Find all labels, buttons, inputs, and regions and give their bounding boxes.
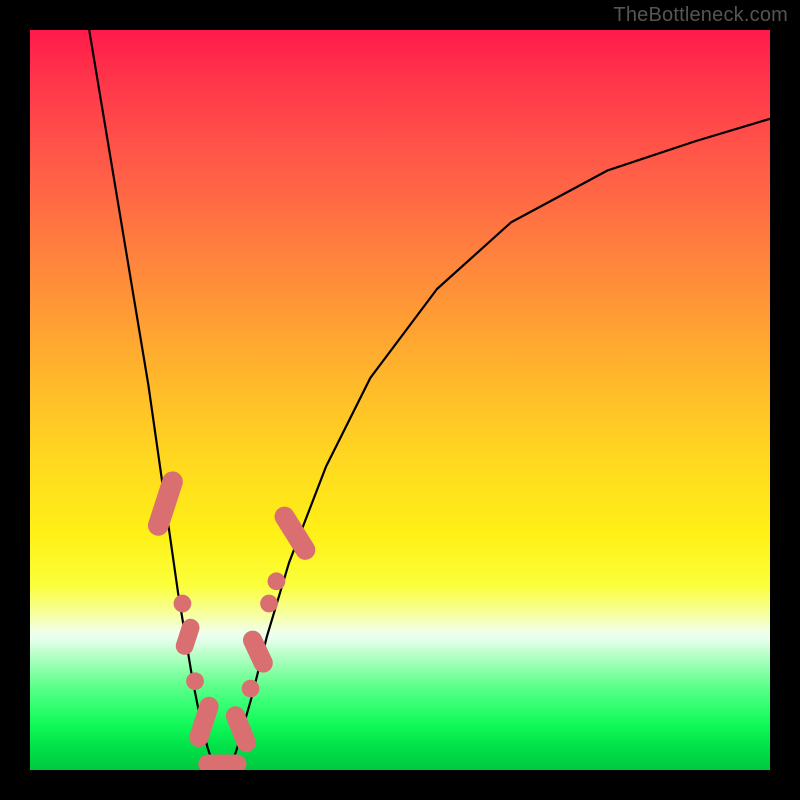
marker-dot — [268, 572, 286, 590]
data-markers — [145, 469, 319, 770]
marker-pill — [223, 703, 259, 755]
watermark-text: TheBottleneck.com — [613, 4, 788, 27]
marker-dot — [174, 595, 192, 613]
marker-pill — [198, 754, 246, 770]
marker-dot — [260, 595, 278, 613]
curve-right-branch — [230, 119, 770, 770]
marker-dot — [186, 672, 204, 690]
marker-pill — [173, 616, 201, 657]
plot-area — [30, 30, 770, 770]
marker-pill — [271, 503, 319, 564]
marker-pill — [145, 469, 185, 539]
marker-pill — [187, 694, 221, 749]
curve-left-branch — [89, 30, 215, 770]
chart-frame: TheBottleneck.com — [0, 0, 800, 800]
marker-dot — [242, 680, 260, 698]
marker-pill — [240, 627, 276, 675]
chart-svg — [30, 30, 770, 770]
